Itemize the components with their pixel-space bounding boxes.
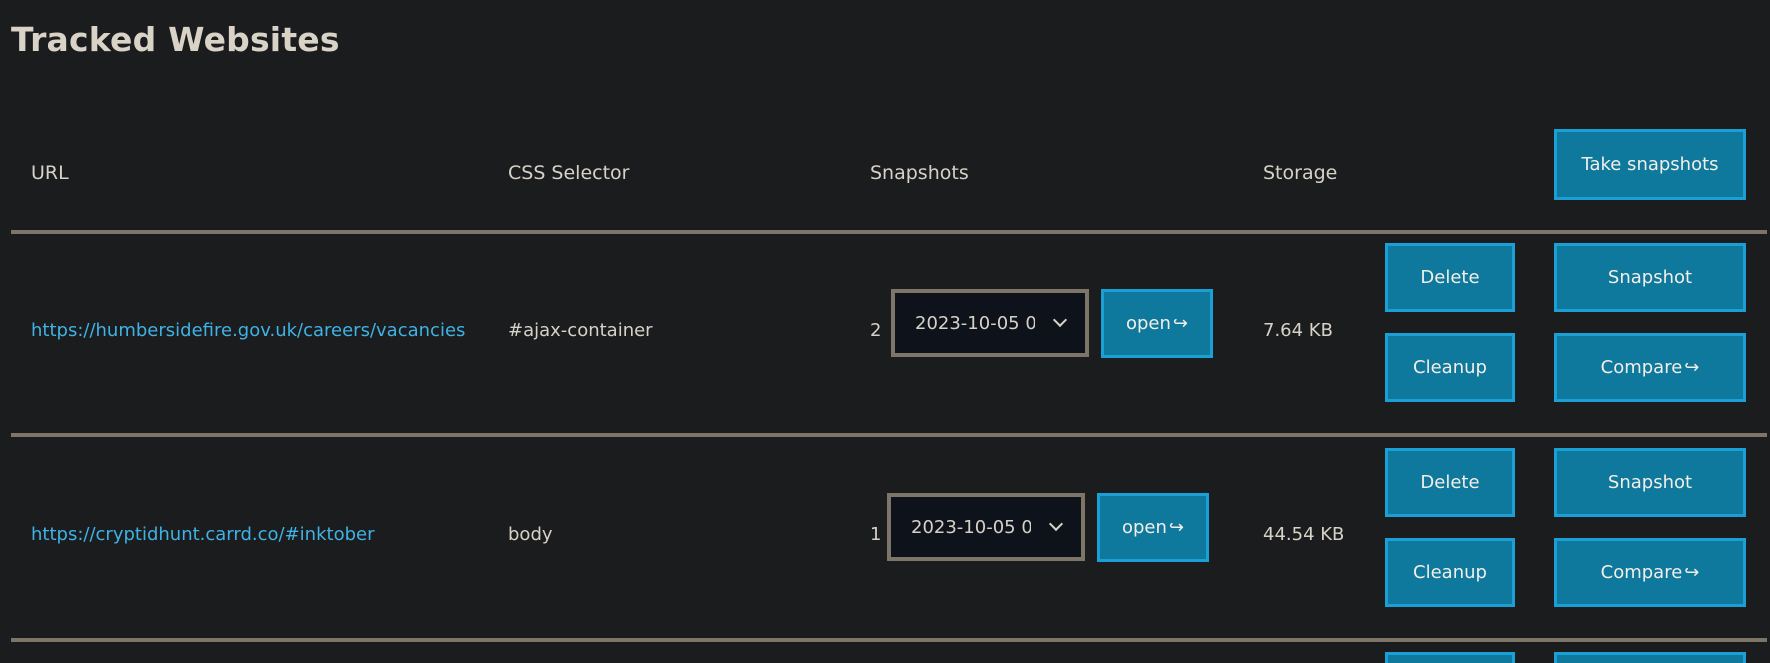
open-snapshot-button[interactable]: open ↪ (1097, 493, 1209, 562)
open-snapshot-button[interactable]: open ↪ (1101, 289, 1213, 358)
css-selector-column-header: CSS Selector (508, 162, 630, 184)
external-link-icon: ↪ (1172, 313, 1188, 334)
delete-button[interactable] (1385, 652, 1515, 663)
take-snapshots-button[interactable]: Take snapshots (1554, 129, 1746, 200)
compare-button[interactable]: Compare ↪ (1554, 538, 1746, 607)
snapshot-count: 2 (870, 320, 882, 341)
snapshot-button[interactable] (1554, 652, 1746, 663)
external-link-icon: ↪ (1168, 517, 1184, 538)
snapshot-select[interactable]: 2023-10-05 0' (887, 493, 1085, 561)
chevron-down-icon (1048, 516, 1064, 532)
delete-button[interactable]: Delete (1385, 243, 1515, 312)
storage-column-header: Storage (1263, 162, 1338, 184)
open-button-label: open (1125, 313, 1171, 334)
url-column-header: URL (31, 162, 69, 184)
table-divider (11, 230, 1767, 234)
storage-value: 44.54 KB (1263, 524, 1345, 545)
compare-button-label: Compare (1600, 357, 1683, 378)
chevron-down-icon (1052, 312, 1068, 328)
website-url-link[interactable]: https://cryptidhunt.carrd.co/#inktober (31, 524, 375, 545)
external-link-icon: ↪ (1684, 357, 1700, 378)
snapshot-button[interactable]: Snapshot (1554, 243, 1746, 312)
snapshots-column-header: Snapshots (870, 162, 969, 184)
table-divider (11, 433, 1767, 437)
compare-button[interactable]: Compare ↪ (1554, 333, 1746, 402)
compare-button-label: Compare (1600, 562, 1683, 583)
snapshot-select-value: 2023-10-05 0( (915, 312, 1035, 334)
snapshot-count: 1 (870, 524, 882, 545)
website-url-link[interactable]: https://humbersidefire.gov.uk/careers/va… (31, 320, 465, 341)
cleanup-button[interactable]: Cleanup (1385, 333, 1515, 402)
page-title: Tracked Websites (11, 20, 340, 59)
css-selector-value: #ajax-container (508, 320, 653, 341)
storage-value: 7.64 KB (1263, 320, 1333, 341)
open-button-label: open (1121, 517, 1167, 538)
cleanup-button[interactable]: Cleanup (1385, 538, 1515, 607)
table-divider (11, 638, 1767, 642)
snapshot-select-value: 2023-10-05 0' (911, 516, 1031, 538)
css-selector-value: body (508, 524, 553, 545)
external-link-icon: ↪ (1684, 562, 1700, 583)
snapshot-button[interactable]: Snapshot (1554, 448, 1746, 517)
snapshot-select[interactable]: 2023-10-05 0( (891, 289, 1089, 357)
delete-button[interactable]: Delete (1385, 448, 1515, 517)
